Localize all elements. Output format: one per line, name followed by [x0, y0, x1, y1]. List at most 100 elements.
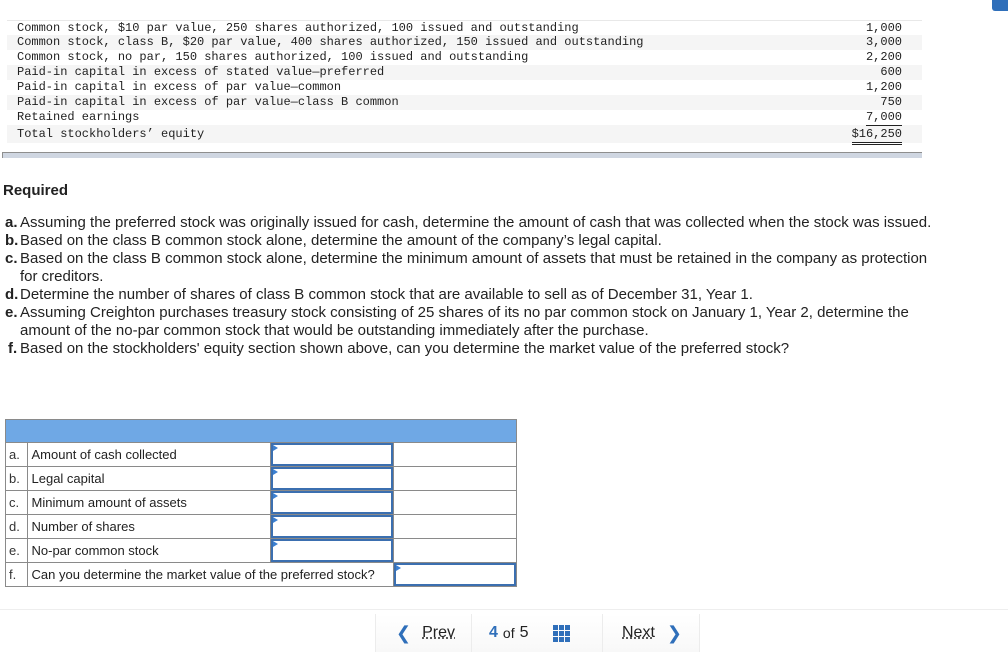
answer-letter: b.: [5, 466, 28, 491]
requirement-item: a. Assuming the preferred stock was orig…: [5, 214, 935, 232]
answer-row: e. No-par common stock: [5, 538, 518, 563]
requirement-item: f. Based on the stockholders' equity sec…: [5, 340, 935, 358]
answer-input-cell: [392, 562, 518, 587]
requirement-letter: a.: [5, 214, 18, 231]
equity-row-label: Paid-in capital in excess of stated valu…: [17, 65, 385, 79]
page-indicator: 4 of 5: [471, 614, 602, 652]
number-of-shares-input[interactable]: [270, 515, 393, 538]
answer-empty-cell: [392, 538, 518, 563]
answer-input-cell: [269, 538, 394, 563]
answer-empty-cell: [392, 490, 518, 515]
requirement-text: Determine the number of shares of class …: [20, 286, 753, 303]
equity-row-label: Common stock, class B, $20 par value, 40…: [17, 35, 644, 49]
answer-row: a. Amount of cash collected: [5, 442, 518, 467]
answer-input-cell: [269, 466, 394, 491]
equity-row-amount: 1,200: [865, 80, 902, 94]
requirement-letter: f.: [8, 340, 18, 357]
requirement-letter: b.: [5, 232, 19, 249]
equity-total-text: $16,250: [851, 127, 902, 145]
corner-tab[interactable]: [992, 0, 1008, 11]
equity-row-amount: 750: [880, 95, 902, 109]
requirement-item: e. Assuming Creighton purchases treasury…: [5, 304, 935, 340]
equity-row: Common stock, no par, 150 shares authori…: [7, 50, 922, 65]
prev-button[interactable]: ❮ Prev: [375, 614, 471, 652]
equity-total-amount: $16,250: [822, 125, 922, 145]
answer-letter: a.: [5, 442, 28, 467]
answer-letter: d.: [5, 514, 28, 539]
answer-letter: c.: [5, 490, 28, 515]
current-page: 4: [489, 624, 498, 641]
answer-row: c. Minimum amount of assets: [5, 490, 518, 515]
equity-row-label: Common stock, no par, 150 shares authori…: [17, 50, 529, 64]
equity-total-label: Total stockholders’ equity: [17, 127, 205, 141]
answer-row: d. Number of shares: [5, 514, 518, 539]
equity-amount-text: 7,000: [865, 110, 902, 126]
equity-row-label: Paid-in capital in excess of par value—c…: [17, 80, 342, 94]
equity-row: Paid-in capital in excess of par value—c…: [7, 80, 922, 95]
equity-row: Paid-in capital in excess of stated valu…: [7, 65, 922, 80]
answer-table-header-cell: [5, 419, 517, 443]
answer-label: Can you determine the market value of th…: [26, 562, 394, 587]
chevron-left-icon: ❮: [396, 622, 412, 644]
requirements-list: a. Assuming the preferred stock was orig…: [5, 214, 935, 358]
horizontal-scrollbar[interactable]: [2, 152, 922, 158]
stockholders-equity-statement: Common stock, $10 par value, 250 shares …: [7, 20, 922, 145]
market-value-dropdown[interactable]: [393, 563, 516, 586]
answer-row: b. Legal capital: [5, 466, 518, 491]
answer-label: No-par common stock: [26, 538, 271, 563]
requirement-item: c. Based on the class B common stock alo…: [5, 250, 935, 286]
equity-row-amount: 600: [880, 65, 902, 79]
equity-row: Common stock, class B, $20 par value, 40…: [7, 35, 922, 50]
equity-row-amount: 1,000: [865, 21, 902, 35]
answer-row: f. Can you determine the market value of…: [5, 562, 518, 587]
equity-row-amount: 3,000: [865, 35, 902, 49]
equity-total-row: Total stockholders’ equity $16,250: [7, 125, 922, 145]
equity-row: Paid-in capital in excess of par value—c…: [7, 95, 922, 110]
answer-input-cell: [269, 490, 394, 515]
answer-label: Legal capital: [26, 466, 271, 491]
requirement-text: Assuming the preferred stock was origina…: [20, 214, 932, 231]
answer-input-cell: [269, 514, 394, 539]
answer-empty-cell: [392, 442, 518, 467]
answer-letter: e.: [5, 538, 28, 563]
required-heading: Required: [3, 182, 69, 199]
requirement-item: b. Based on the class B common stock alo…: [5, 232, 935, 250]
pagination: ❮ Prev 4 of 5 Next ❯: [375, 614, 700, 652]
page-of-label: of: [502, 625, 515, 641]
requirement-letter: c.: [5, 250, 18, 267]
pager-divider: [0, 609, 1008, 610]
next-label[interactable]: Next: [622, 624, 655, 642]
answer-label: Amount of cash collected: [26, 442, 271, 467]
answer-letter: f.: [5, 562, 28, 587]
answer-empty-cell: [392, 466, 518, 491]
equity-row-amount: 7,000: [822, 110, 922, 126]
next-button[interactable]: Next ❯: [602, 614, 700, 652]
answer-label: Number of shares: [26, 514, 271, 539]
requirement-text: Based on the stockholders' equity sectio…: [20, 340, 790, 357]
chevron-right-icon: ❯: [666, 622, 682, 644]
answer-label: Minimum amount of assets: [26, 490, 271, 515]
answer-table: a. Amount of cash collected b. Legal cap…: [5, 419, 518, 587]
requirement-text: Based on the class B common stock alone,…: [20, 232, 662, 249]
requirement-letter: e.: [5, 304, 18, 321]
no-par-common-stock-input[interactable]: [270, 539, 393, 562]
grid-icon[interactable]: [552, 624, 570, 642]
requirement-text: Based on the class B common stock alone,…: [20, 250, 928, 285]
equity-row-amount: 2,200: [865, 50, 902, 64]
answer-input-cell: [269, 442, 394, 467]
equity-row-label: Retained earnings: [17, 110, 140, 124]
answer-table-header: [5, 419, 517, 443]
minimum-assets-input[interactable]: [270, 491, 393, 514]
prev-label[interactable]: Prev: [422, 624, 455, 642]
equity-row-label: Common stock, $10 par value, 250 shares …: [17, 21, 579, 35]
requirement-letter: d.: [5, 286, 19, 303]
equity-row: Retained earnings 7,000: [7, 110, 922, 126]
requirement-text: Assuming Creighton purchases treasury st…: [20, 304, 909, 339]
equity-row-label: Paid-in capital in excess of par value—c…: [17, 95, 399, 109]
equity-row: Common stock, $10 par value, 250 shares …: [7, 20, 922, 35]
answer-empty-cell: [392, 514, 518, 539]
legal-capital-input[interactable]: [270, 467, 393, 490]
amount-cash-collected-input[interactable]: [270, 443, 393, 466]
requirement-item: d. Determine the number of shares of cla…: [5, 286, 935, 304]
total-pages: 5: [519, 624, 529, 641]
